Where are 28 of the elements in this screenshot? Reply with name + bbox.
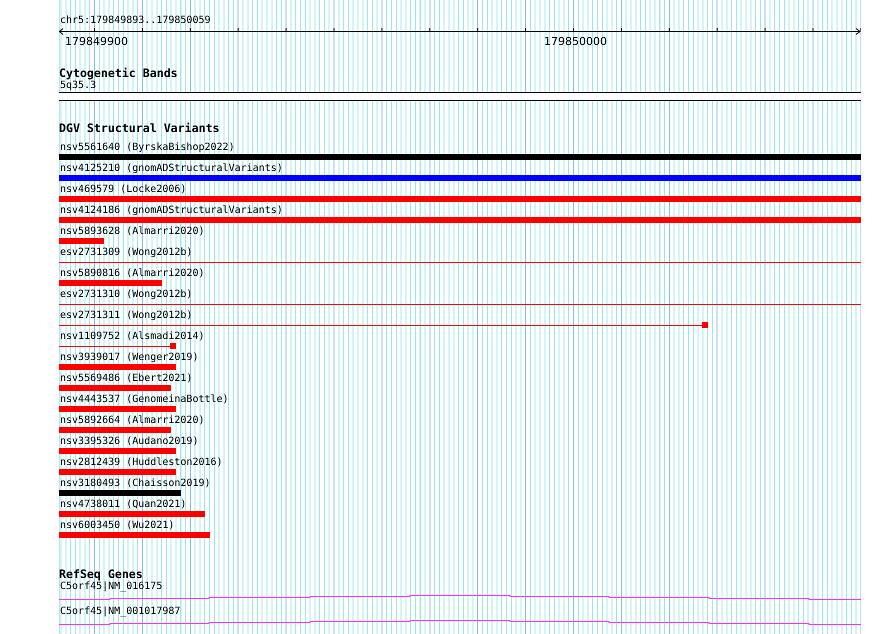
variant-label: esv2731309 (Wong2012b) (59, 247, 192, 259)
variant-label: nsv5569486 (Ebert2021) (59, 373, 192, 385)
variant-label: nsv5892664 (Almarri2020) (59, 415, 204, 427)
variant-label: nsv6003450 (Wu2021) (59, 520, 174, 532)
variant-label: nsv4125210 (gnomADStructuralVariants) (59, 163, 283, 175)
track-title: RefSeq Genes (59, 567, 143, 581)
variant-label: nsv3395326 (Audano2019) (59, 436, 198, 448)
variant-label: nsv3180493 (Chaisson2019) (59, 478, 211, 490)
position-text: chr5:179849893..179850059 (59, 15, 211, 27)
track-title: DGV Structural Variants (59, 121, 220, 135)
gene-label: C5orf45|NM_016175 (59, 581, 162, 593)
variant-label: nsv5561640 (ByrskaBishop2022) (59, 142, 235, 154)
ruler-label: 179849900 (65, 36, 128, 48)
variant-label: nsv3939017 (Wenger2019) (59, 352, 198, 364)
variant-label: nsv5890816 (Almarri2020) (59, 268, 204, 280)
gene-label: C5orf45|NM_001017987 (59, 606, 180, 618)
variant-label: nsv1109752 (Alsmadi2014) (59, 331, 204, 343)
variant-label: nsv5893628 (Almarri2020) (59, 226, 204, 238)
variant-label: nsv2812439 (Huddleston2016) (59, 457, 223, 469)
band-label: 5q35.3 (59, 80, 96, 92)
ruler-label: 179850000 (544, 36, 607, 48)
variant-label: nsv4443537 (GenomeinaBottle) (59, 394, 229, 406)
variant-label: esv2731311 (Wong2012b) (59, 310, 192, 322)
variant-label: nsv4124186 (gnomADStructuralVariants) (59, 205, 283, 217)
variant-label: nsv469579 (Locke2006) (59, 184, 186, 196)
variant-label: esv2731310 (Wong2012b) (59, 289, 192, 301)
track-title: Cytogenetic Bands (59, 66, 178, 80)
variant-label: nsv4738011 (Quan2021) (59, 499, 186, 511)
